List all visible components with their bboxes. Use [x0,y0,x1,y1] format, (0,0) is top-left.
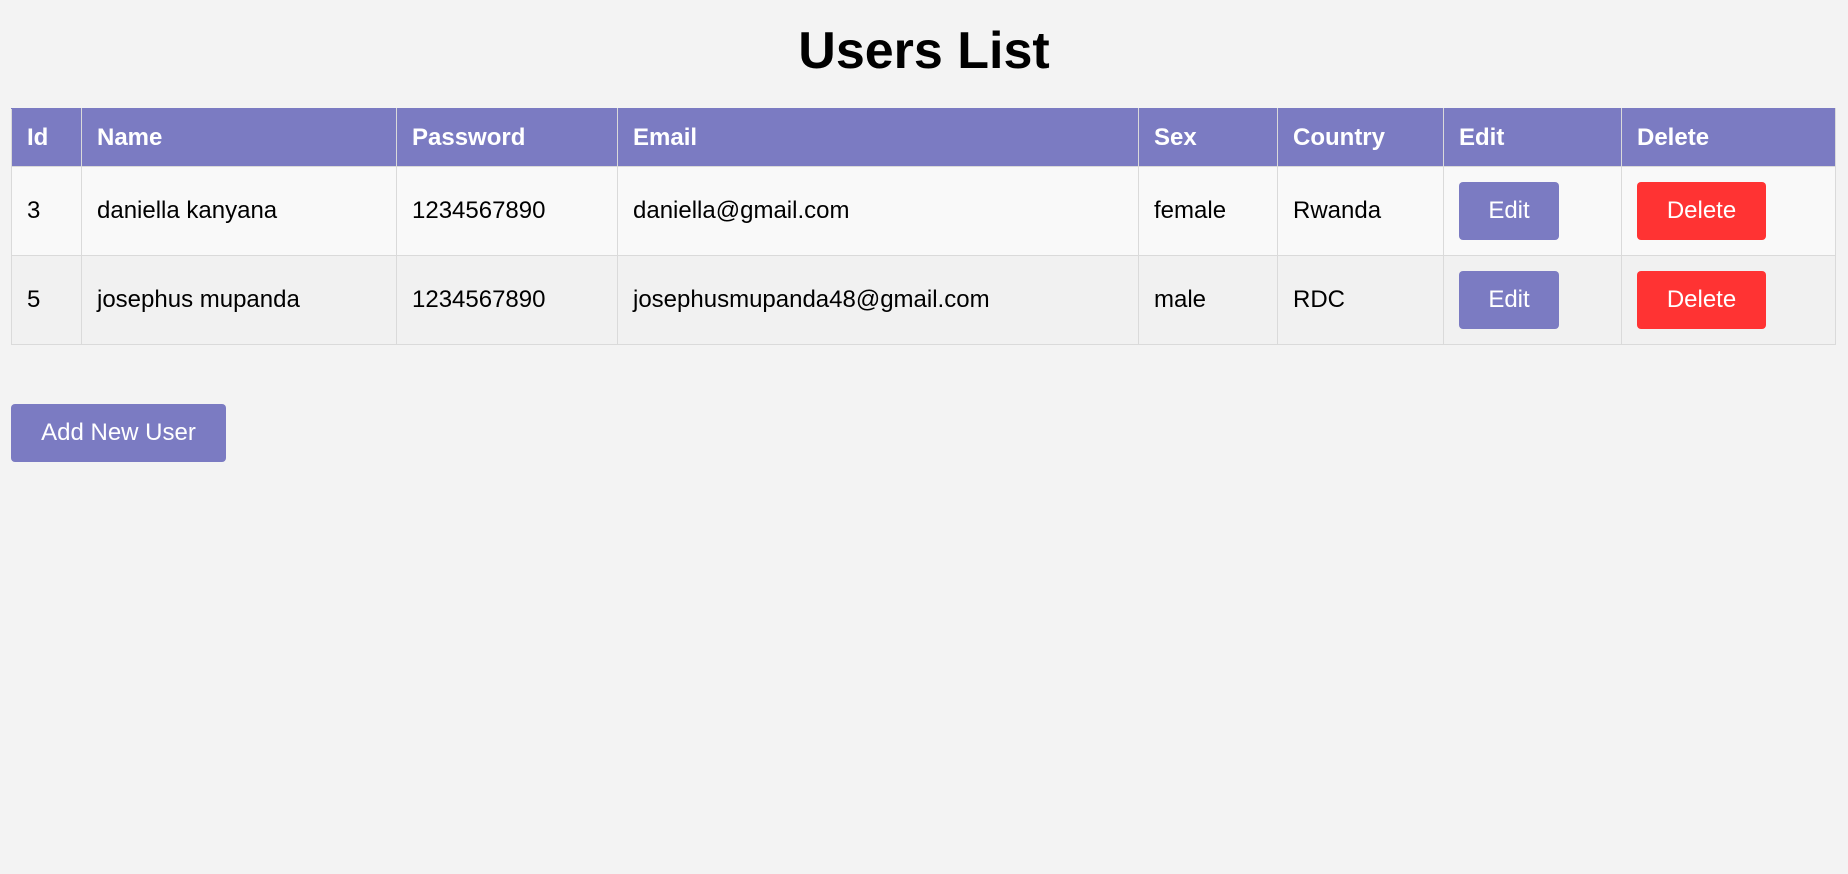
column-header-id: Id [11,108,82,167]
column-header-email: Email [617,108,1139,167]
column-header-name: Name [81,108,397,167]
users-table: Id Name Password Email Sex Country Edit … [11,108,1836,345]
cell-password: 1234567890 [396,166,618,256]
column-header-password: Password [396,108,618,167]
delete-button[interactable]: Delete [1637,271,1766,329]
column-header-delete: Delete [1621,108,1836,167]
cell-sex: female [1138,166,1278,256]
cell-edit: Edit [1443,255,1622,345]
table-row: 5 josephus mupanda 1234567890 josephusmu… [11,255,1836,345]
cell-edit: Edit [1443,166,1622,256]
cell-sex: male [1138,255,1278,345]
cell-id: 5 [11,255,82,345]
cell-id: 3 [11,166,82,256]
cell-country: RDC [1277,255,1444,345]
cell-name: josephus mupanda [81,255,397,345]
table-row: 3 daniella kanyana 1234567890 daniella@g… [11,166,1836,256]
cell-email: josephusmupanda48@gmail.com [617,255,1139,345]
cell-password: 1234567890 [396,255,618,345]
add-new-user-button[interactable]: Add New User [11,404,226,462]
page-title: Users List [798,22,1050,80]
column-header-country: Country [1277,108,1444,167]
cell-country: Rwanda [1277,166,1444,256]
cell-delete: Delete [1621,166,1836,256]
cell-email: daniella@gmail.com [617,166,1139,256]
column-header-edit: Edit [1443,108,1622,167]
edit-button[interactable]: Edit [1459,271,1559,329]
cell-name: daniella kanyana [81,166,397,256]
cell-delete: Delete [1621,255,1836,345]
edit-button[interactable]: Edit [1459,182,1559,240]
table-header-row: Id Name Password Email Sex Country Edit … [11,108,1836,167]
column-header-sex: Sex [1138,108,1278,167]
delete-button[interactable]: Delete [1637,182,1766,240]
